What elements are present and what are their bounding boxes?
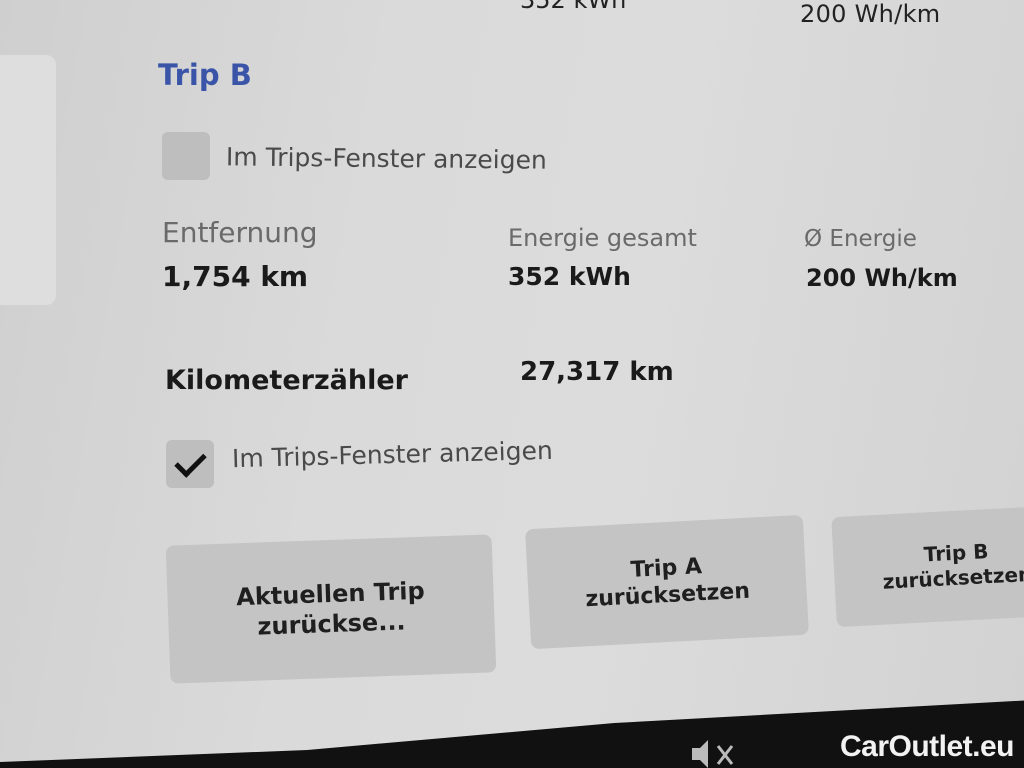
reset-current-trip-label-line2: zurückse... <box>257 607 406 641</box>
avg-energy-label: Ø Energie <box>804 226 917 252</box>
distance-label: Entfernung <box>162 216 318 249</box>
watermark-logo: CarOutlet.eu <box>839 730 1015 763</box>
odometer-value: 27,317 km <box>520 357 674 387</box>
trips-settings-screen: 352 kWh 200 Wh/km Trip B Im Trips-Fenste… <box>0 0 1024 768</box>
trip-b-show-checkbox-label: Im Trips-Fenster anzeigen <box>225 142 547 175</box>
reset-trip-a-button[interactable]: Trip A zurücksetzen <box>525 514 809 650</box>
odometer-label: Kilometerzähler <box>165 365 408 396</box>
section-title-trip-b: Trip B <box>158 58 252 92</box>
odometer-show-checkbox[interactable] <box>166 440 214 488</box>
odometer-show-checkbox-label: Im Trips-Fenster anzeigen <box>231 435 554 474</box>
side-panel-edge <box>0 55 56 305</box>
avg-energy-value: 200 Wh/km <box>806 264 958 292</box>
energy-total-label: Energie gesamt <box>508 224 697 252</box>
reset-trip-b-button[interactable]: Trip B zurücksetzen <box>831 506 1024 628</box>
speaker-muted-icon <box>692 740 734 768</box>
previous-energy-value: 352 kWh <box>520 0 627 14</box>
trip-b-show-checkbox[interactable] <box>162 132 210 180</box>
energy-total-value: 352 kWh <box>508 262 631 291</box>
reset-current-trip-button[interactable]: Aktuellen Trip zurückse... <box>165 534 497 684</box>
previous-avg-energy-value: 200 Wh/km <box>800 0 941 28</box>
distance-value: 1,754 km <box>162 260 309 293</box>
checkmark-icon <box>174 445 207 478</box>
